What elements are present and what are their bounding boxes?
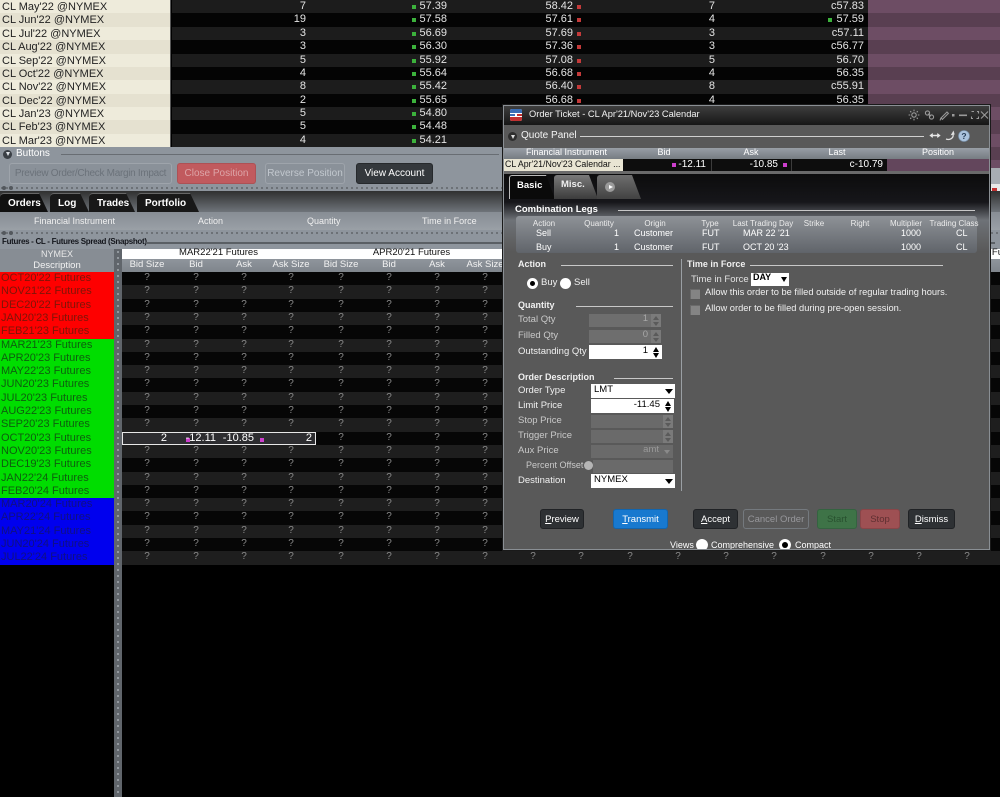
svg-text:?: ? — [961, 131, 966, 141]
